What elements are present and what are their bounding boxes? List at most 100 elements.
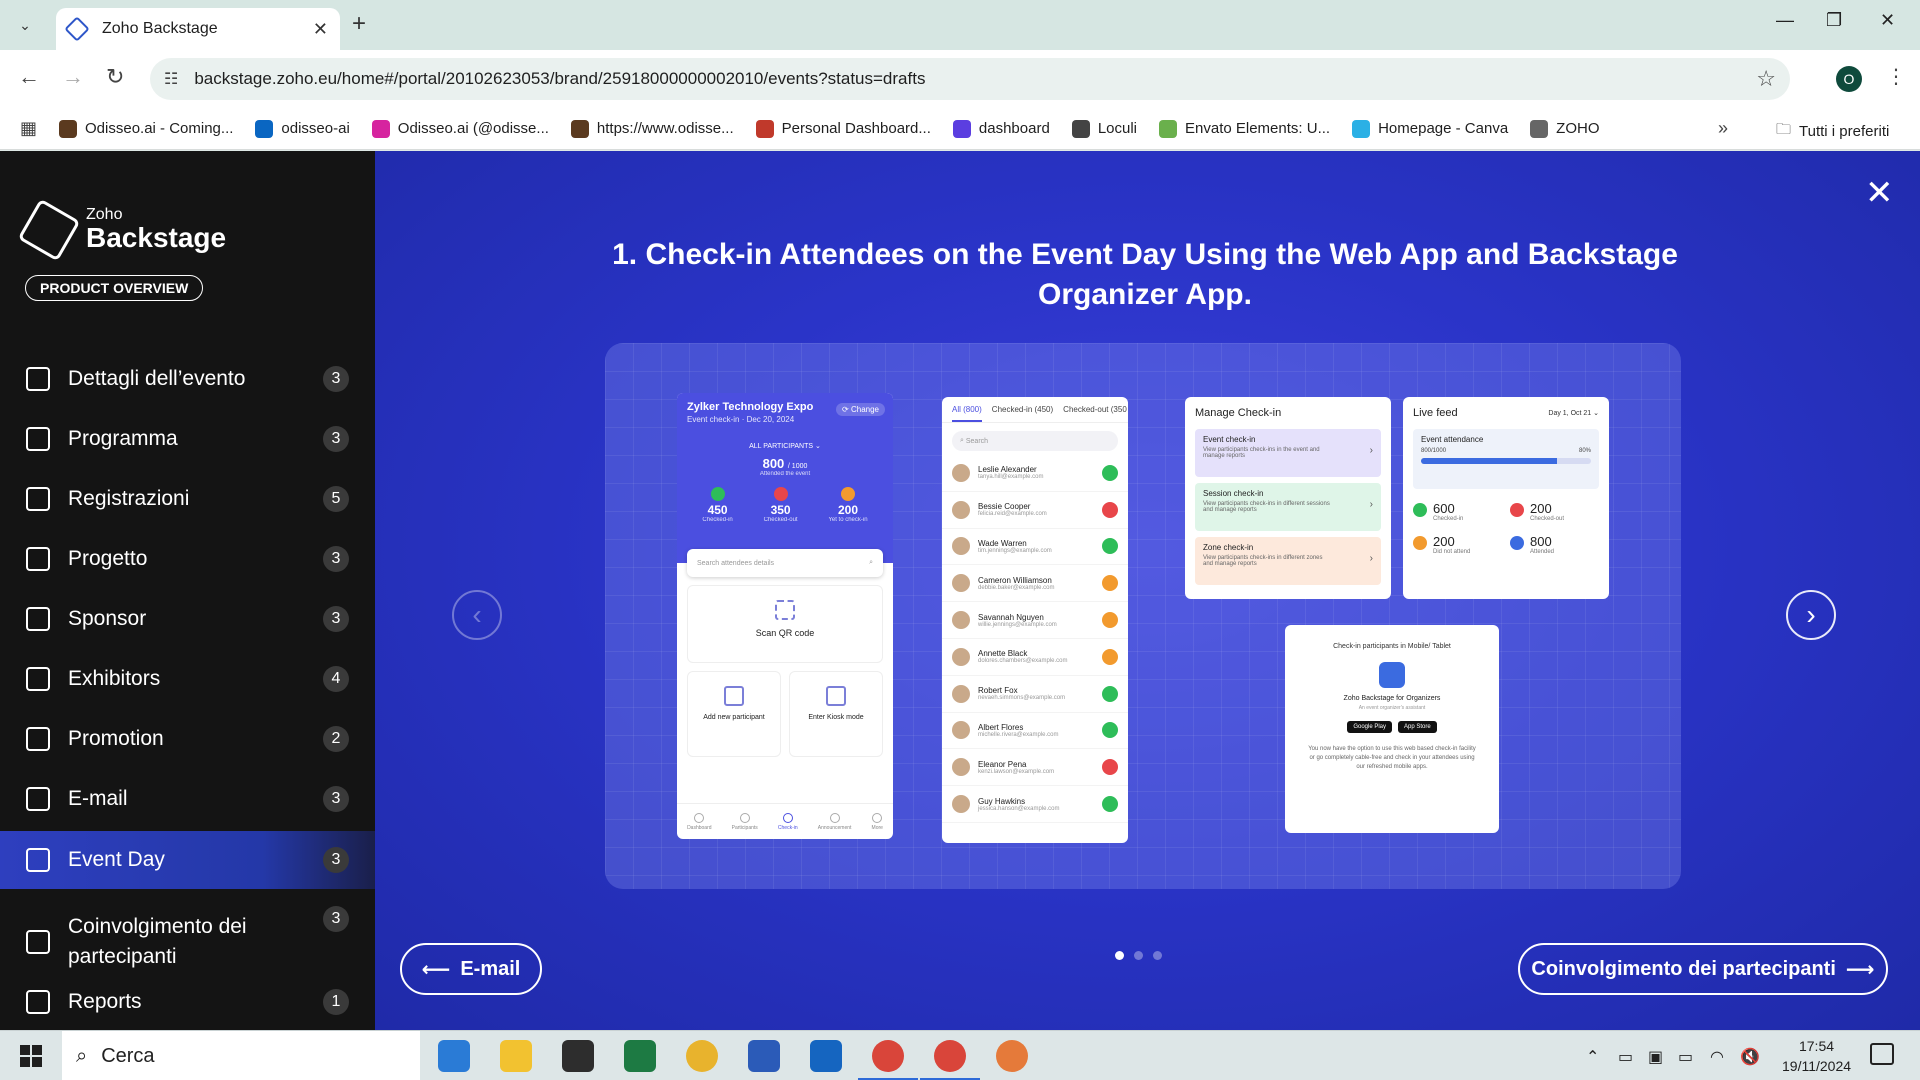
slide-dot-2[interactable] xyxy=(1134,951,1143,960)
live-stat-number: 800 xyxy=(1530,534,1552,549)
all-bookmarks[interactable]: 🗀 Tutti i preferiti xyxy=(1776,119,1889,144)
next-section-button[interactable]: Coinvolgimento dei partecipanti ⟶ xyxy=(1518,943,1888,995)
live-stat-icon xyxy=(1413,536,1427,550)
system-clock[interactable]: 17:54 19/11/2024 xyxy=(1782,1036,1851,1076)
previous-slide-button[interactable]: ‹ xyxy=(452,590,502,640)
sidebar-item-event-day[interactable]: Event Day 3 xyxy=(0,831,375,889)
chrome-profile-icon[interactable] xyxy=(858,1040,918,1080)
paint-icon[interactable] xyxy=(996,1040,1028,1072)
notifications-icon[interactable] xyxy=(1870,1043,1894,1065)
attendee-avatar xyxy=(952,574,970,593)
bookmark-item[interactable]: Homepage - Canva xyxy=(1352,119,1508,138)
phone-nav-item: More xyxy=(871,812,883,831)
slide-dot-1[interactable] xyxy=(1115,951,1124,960)
file-explorer-icon[interactable] xyxy=(500,1040,532,1072)
sidebar-item-progetto[interactable]: Progetto 3 xyxy=(0,537,375,581)
bookmark-item[interactable]: Loculi xyxy=(1071,119,1137,138)
previous-section-label: E-mail xyxy=(460,957,521,980)
bookmark-item[interactable]: Odisseo.ai - Coming... xyxy=(59,119,233,138)
taskbar-app-icon[interactable] xyxy=(438,1040,470,1072)
attendee-info: Eleanor Pena kenzi.lawson@example.com xyxy=(978,760,1102,775)
sidebar-item-dettagli-dell-evento[interactable]: Dettagli dell’evento 3 xyxy=(0,357,375,401)
live-stat-icon xyxy=(1413,503,1427,517)
kiosk-mode-tile: Enter Kiosk mode xyxy=(789,671,883,757)
new-tab-icon[interactable]: + xyxy=(352,10,366,38)
chrome-icon[interactable] xyxy=(686,1040,718,1072)
bookmark-star-icon[interactable]: ☆ xyxy=(1756,66,1776,92)
bookmark-item[interactable]: ZOHO xyxy=(1530,119,1600,138)
reload-icon[interactable]: ↻ xyxy=(106,64,124,90)
phone-nav-label: More xyxy=(871,824,883,831)
folder-icon: 🗀 xyxy=(1776,121,1792,138)
tab-search-chevron-icon[interactable]: ⌄ xyxy=(10,10,40,40)
bookmark-label: Personal Dashboard... xyxy=(781,120,931,137)
bookmark-item[interactable]: odisseo-ai xyxy=(255,119,350,138)
browser-tab[interactable]: Zoho Backstage ✕ xyxy=(56,8,340,50)
tray-chevron-icon[interactable]: ⌃ xyxy=(1586,1047,1599,1067)
back-icon[interactable]: ← xyxy=(18,64,40,90)
sidebar-item-sponsor[interactable]: Sponsor 3 xyxy=(0,597,375,641)
mail-icon[interactable] xyxy=(810,1040,842,1072)
live-stat-icon xyxy=(1510,503,1524,517)
slide-dot-3[interactable] xyxy=(1153,951,1162,960)
phone-stat-number: 450 xyxy=(707,503,728,517)
live-stat: 200 Checked-out xyxy=(1510,501,1599,522)
bookmark-item[interactable]: Odisseo.ai (@odisse... xyxy=(371,119,549,138)
more-bookmarks-icon[interactable]: » xyxy=(1718,118,1728,139)
attendee-status-icon xyxy=(1102,464,1118,481)
live-stat-label: Checked-out xyxy=(1530,516,1565,522)
next-slide-button[interactable]: › xyxy=(1786,590,1836,640)
previous-section-button[interactable]: ⟵ E-mail xyxy=(400,943,542,995)
forward-icon[interactable]: → xyxy=(62,64,84,90)
close-tab-icon[interactable]: ✕ xyxy=(313,19,328,40)
sticky-notes-icon[interactable] xyxy=(562,1040,594,1072)
bookmarks-bar: ▦ Odisseo.ai - Coming... odisseo-ai Odisse… xyxy=(0,108,1920,150)
tray-meet-icon[interactable]: ▭ xyxy=(1618,1047,1633,1067)
sidebar-item-registrazioni[interactable]: Registrazioni 5 xyxy=(0,477,375,521)
attendee-info: Bessie Cooper felicia.reid@example.com xyxy=(978,502,1102,517)
start-button[interactable] xyxy=(20,1045,42,1067)
sidebar-item-reports[interactable]: Reports 1 xyxy=(0,980,375,1024)
taskbar-search[interactable]: ⌕ Cerca xyxy=(62,1031,420,1080)
sidebar-item-exhibitors[interactable]: Exhibitors 4 xyxy=(0,657,375,701)
bookmark-favicon-icon xyxy=(1352,119,1371,138)
battery-icon[interactable]: ▭ xyxy=(1678,1047,1693,1067)
attendee-info: Guy Hawkins jessica.hanson@example.com xyxy=(978,797,1102,812)
bookmark-label: Envato Elements: U... xyxy=(1185,120,1331,137)
minimize-icon[interactable]: — xyxy=(1776,10,1794,31)
apps-grid-icon[interactable]: ▦ xyxy=(20,118,37,139)
word-icon[interactable] xyxy=(748,1040,780,1072)
bookmark-item[interactable]: Envato Elements: U... xyxy=(1159,119,1331,138)
sidebar-item-e-mail[interactable]: E-mail 3 xyxy=(0,777,375,821)
sidebar-item-promotion[interactable]: Promotion 2 xyxy=(0,717,375,761)
omnibox[interactable]: ☷ backstage.zoho.eu/home#/portal/2010262… xyxy=(150,58,1790,100)
bookmark-item[interactable]: dashboard xyxy=(952,119,1050,138)
url-text[interactable]: backstage.zoho.eu/home#/portal/201026230… xyxy=(194,69,1756,89)
phone-nav-icon xyxy=(872,812,883,823)
sidebar-item-programma[interactable]: Programma 3 xyxy=(0,417,375,461)
bookmark-item[interactable]: Personal Dashboard... xyxy=(755,119,931,138)
phone-nav-icon xyxy=(739,812,750,823)
close-modal-icon[interactable]: ✕ xyxy=(1865,173,1894,213)
attendee-status-icon xyxy=(1102,538,1118,555)
volume-muted-icon[interactable]: 🔇 xyxy=(1740,1047,1760,1067)
excel-icon[interactable] xyxy=(624,1040,656,1072)
phone-nav-item: Check-in xyxy=(778,812,798,831)
sidebar-item-icon xyxy=(26,848,50,872)
sidebar-item-label: Event Day xyxy=(68,848,165,871)
sidebar-item-coinvolgimento-dei-partecipanti[interactable]: Coinvolgimento dei partecipanti 3 xyxy=(0,892,375,992)
tray-app-icon[interactable]: ▣ xyxy=(1648,1047,1663,1067)
wifi-icon[interactable]: ◠ xyxy=(1710,1047,1724,1067)
restore-icon[interactable]: ❐ xyxy=(1826,10,1842,31)
manage-option-desc: View participants check-ins in the event… xyxy=(1203,447,1320,459)
phone-change-button: ⟳ Change xyxy=(836,403,885,416)
live-stat-number: 200 xyxy=(1433,534,1455,549)
profile-avatar[interactable]: O xyxy=(1836,66,1862,92)
browser-menu-icon[interactable]: ⋮ xyxy=(1886,64,1906,89)
close-window-icon[interactable]: ✕ xyxy=(1880,10,1895,31)
bookmark-item[interactable]: https://www.odisse... xyxy=(570,119,734,138)
attendee-avatar xyxy=(952,795,970,814)
site-info-icon[interactable]: ☷ xyxy=(164,69,178,89)
chrome-active-icon[interactable] xyxy=(920,1040,980,1080)
mobile-checkin-card: Zylker Technology Expo Event check-in · … xyxy=(677,393,893,839)
